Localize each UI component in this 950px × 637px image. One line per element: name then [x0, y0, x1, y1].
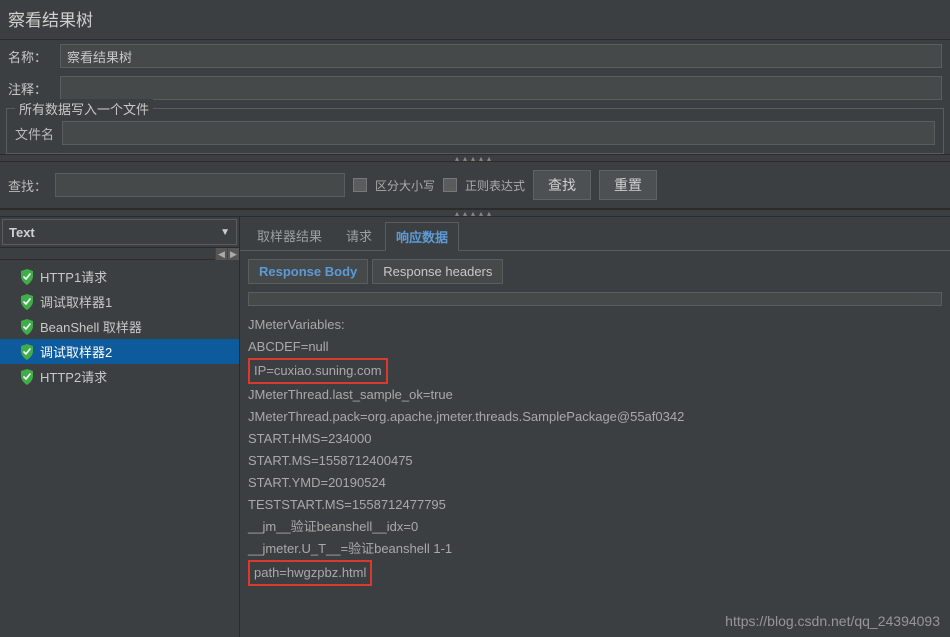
success-shield-icon [20, 344, 34, 360]
response-body-text[interactable]: JMeterVariables:ABCDEF=nullIP=cuxiao.sun… [240, 306, 950, 594]
response-line: IP=cuxiao.suning.com [248, 358, 942, 384]
name-label: 名称： [8, 47, 54, 66]
comment-input[interactable] [60, 76, 942, 100]
search-label: 查找： [8, 176, 47, 195]
response-line: START.YMD=20190524 [248, 472, 942, 494]
regex-label: 正则表达式 [465, 177, 525, 194]
find-button[interactable]: 查找 [533, 170, 591, 200]
tab[interactable]: 请求 [335, 221, 383, 250]
tree-item-label: HTTP1请求 [40, 267, 107, 286]
response-search-box[interactable] [248, 292, 942, 306]
tree-item[interactable]: BeanShell 取样器 [0, 314, 239, 339]
response-line: JMeterThread.last_sample_ok=true [248, 384, 942, 406]
name-input[interactable] [60, 44, 942, 68]
regex-checkbox[interactable] [443, 178, 457, 192]
file-output-group: 所有数据写入一个文件 文件名 [6, 108, 944, 154]
subtab[interactable]: Response Body [248, 259, 368, 284]
success-shield-icon [20, 269, 34, 285]
highlighted-value: IP=cuxiao.suning.com [248, 358, 388, 384]
response-line: __jm__验证beanshell__idx=0 [248, 516, 942, 538]
right-pane: 取样器结果请求响应数据 Response BodyResponse header… [240, 217, 950, 637]
scroll-right-icon[interactable]: ▶ [227, 248, 239, 260]
tab[interactable]: 响应数据 [385, 222, 459, 251]
response-subtabs: Response BodyResponse headers [240, 251, 950, 284]
response-line: __jmeter.U_T__=验证beanshell 1-1 [248, 538, 942, 560]
response-line: ABCDEF=null [248, 336, 942, 358]
success-shield-icon [20, 319, 34, 335]
case-sensitive-checkbox[interactable] [353, 178, 367, 192]
subtab[interactable]: Response headers [372, 259, 503, 284]
search-input[interactable] [55, 173, 345, 197]
comment-label: 注释： [8, 79, 54, 98]
tab[interactable]: 取样器结果 [246, 221, 333, 250]
tree-item-label: 调试取样器2 [40, 342, 112, 361]
left-pane: Text ▼ ◀ ▶ HTTP1请求调试取样器1 BeanShell 取样器调试取… [0, 217, 240, 637]
response-line: JMeterVariables: [248, 314, 942, 336]
case-sensitive-label: 区分大小写 [375, 177, 435, 194]
response-line: START.HMS=234000 [248, 428, 942, 450]
tree-item[interactable]: 调试取样器1 [0, 289, 239, 314]
chevron-down-icon: ▼ [220, 227, 230, 238]
splitter-top[interactable]: ▴▴▴▴▴ [0, 154, 950, 162]
success-shield-icon [20, 369, 34, 385]
filename-label: 文件名 [15, 124, 54, 143]
tree-item-label: HTTP2请求 [40, 367, 107, 386]
reset-button[interactable]: 重置 [599, 170, 657, 200]
tree-hscroll[interactable]: ◀ ▶ [0, 248, 239, 260]
splitter-mid[interactable]: ▴▴▴▴▴ [0, 209, 950, 217]
watermark: https://blog.csdn.net/qq_24394093 [725, 613, 940, 629]
renderer-combo[interactable]: Text ▼ [2, 219, 237, 245]
tree-item[interactable]: HTTP2请求 [0, 364, 239, 389]
response-line: TESTSTART.MS=1558712477795 [248, 494, 942, 516]
response-line: JMeterThread.pack=org.apache.jmeter.thre… [248, 406, 942, 428]
renderer-value: Text [9, 225, 35, 240]
result-tabs: 取样器结果请求响应数据 [240, 217, 950, 251]
window-title: 察看结果树 [0, 0, 950, 40]
tree-item[interactable]: 调试取样器2 [0, 339, 239, 364]
tree-item-label: BeanShell 取样器 [40, 317, 142, 336]
success-shield-icon [20, 294, 34, 310]
tree-item[interactable]: HTTP1请求 [0, 264, 239, 289]
tree-item-label: 调试取样器1 [40, 292, 112, 311]
response-line: START.MS=1558712400475 [248, 450, 942, 472]
scroll-left-icon[interactable]: ◀ [215, 248, 227, 260]
highlighted-value: path=hwgzpbz.html [248, 560, 372, 586]
response-line: path=hwgzpbz.html [248, 560, 942, 586]
results-tree[interactable]: HTTP1请求调试取样器1 BeanShell 取样器调试取样器2 HTTP2请求 [0, 260, 239, 637]
file-output-legend: 所有数据写入一个文件 [15, 99, 153, 118]
filename-input[interactable] [62, 121, 935, 145]
